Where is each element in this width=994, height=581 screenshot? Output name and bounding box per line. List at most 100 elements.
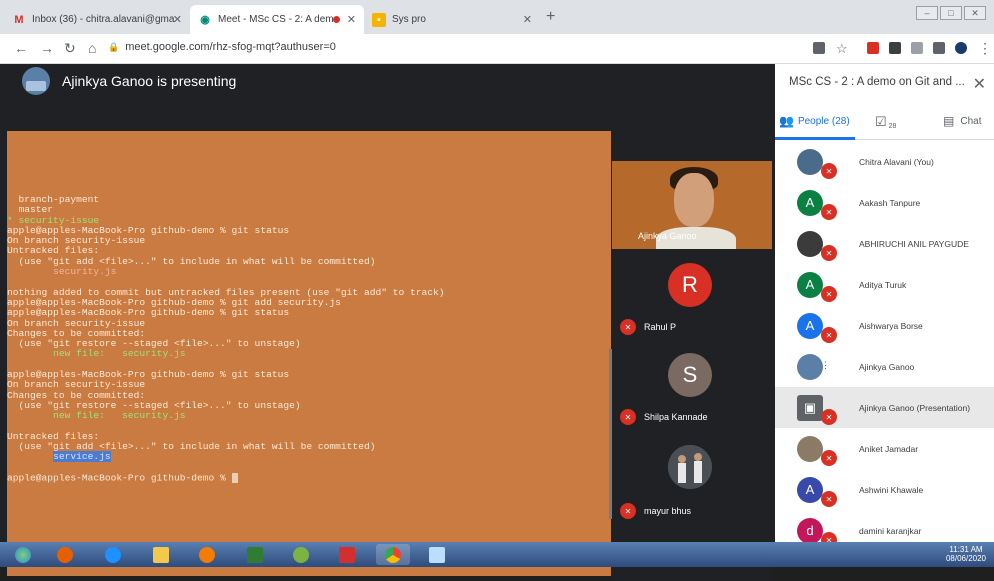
avatar: A [797, 189, 823, 216]
firefox-icon[interactable] [48, 544, 82, 565]
list-item[interactable]: ▣ ✕ Ajinkya Ganoo (Presentation) [775, 387, 994, 428]
close-icon[interactable]: ✕ [347, 13, 356, 26]
list-item[interactable]: ⋮ Ajinkya Ganoo [775, 346, 994, 387]
system-clock[interactable]: 11:31 AM 08/06/2020 [946, 545, 986, 563]
window-icon[interactable] [420, 544, 454, 565]
avatar [797, 230, 823, 257]
bookmark-star-icon[interactable]: ☆ [836, 41, 848, 57]
mic-off-icon: ✕ [821, 286, 837, 302]
close-icon[interactable]: ✕ [173, 13, 182, 26]
terminal-line: security.js [7, 266, 117, 278]
media-player-icon[interactable] [190, 544, 224, 565]
shared-terminal-screen: branch-payment master * security-issue app… [7, 131, 611, 576]
terminal-line: service.js [53, 451, 111, 463]
reload-icon[interactable]: ↻ [64, 40, 76, 57]
mic-off-icon: ✕ [620, 319, 636, 335]
tab-meet[interactable]: ◉ Meet - MSc CS - 2: A demo ✕ [190, 5, 364, 34]
avatar: R [668, 263, 712, 307]
meeting-title: MSc CS - 2 : A demo on Git and ... [789, 76, 965, 88]
forward-icon[interactable]: → [40, 40, 54, 56]
avatar: S [668, 353, 712, 397]
maximize-icon[interactable]: □ [940, 6, 962, 20]
mic-off-icon: ✕ [620, 409, 636, 425]
url-text: meet.google.com/rhz-sfog-mqt?authuser=0 [125, 41, 336, 53]
mic-off-icon: ✕ [821, 327, 837, 343]
tab-tasks[interactable]: ☑ 28 [875, 114, 896, 130]
participant-name: Chitra Alavani (You) [859, 156, 934, 167]
avatar [668, 445, 712, 489]
tab-people[interactable]: 👥 People (28) [779, 114, 850, 128]
presenter-video [674, 173, 714, 227]
participant-name: Aishwarya Borse [859, 320, 923, 331]
list-item[interactable]: ✕ Aniket Jamadar [775, 428, 994, 469]
slides-icon: ▪ [372, 12, 386, 27]
presenting-label: Ajinkya Ganoo is presenting [62, 73, 237, 89]
extension-icon[interactable] [867, 42, 879, 54]
tab-sys-pro[interactable]: ▪ Sys pro ✕ [364, 5, 540, 34]
menu-icon[interactable]: ⋮ [978, 40, 992, 57]
tile-mayur[interactable]: ✕ mayur bhus [612, 437, 772, 527]
avatar [797, 148, 823, 175]
browser-tab-bar: M Inbox (36) - chitra.alavani@gma ✕ ◉ Me… [0, 0, 994, 34]
tile-rahul[interactable]: R ✕ Rahul P [612, 253, 772, 343]
tile-name: Ajinkya Ganoo [638, 231, 697, 241]
tab-chat[interactable]: ▤ Chat [943, 114, 981, 128]
list-item[interactable]: ✕ ABHIRUCHI ANIL PAYGUDE [775, 223, 994, 264]
gmail-icon: M [14, 13, 24, 26]
chrome-icon[interactable] [376, 544, 410, 565]
list-item[interactable]: ✕ Chitra Alavani (You) [775, 141, 994, 182]
back-icon[interactable]: ← [14, 40, 28, 56]
mic-off-icon: ✕ [821, 450, 837, 466]
close-icon[interactable]: ✕ [523, 13, 532, 26]
participant-name: ABHIRUCHI ANIL PAYGUDE [859, 238, 969, 249]
close-window-icon[interactable]: ✕ [964, 6, 986, 20]
presenter-bar: Ajinkya Ganoo is presenting [0, 64, 775, 98]
side-panel: MSc CS - 2 : A demo on Git and ... ✕ 👥 P… [775, 64, 994, 548]
video-tile-presenter[interactable]: Ajinkya Ganoo [612, 161, 772, 249]
extension-icon[interactable] [889, 42, 901, 54]
tab-title: Sys pro [392, 14, 426, 25]
camera-icon[interactable] [813, 42, 825, 54]
extensions-puzzle-icon[interactable] [933, 42, 945, 54]
app-icon[interactable] [284, 544, 318, 565]
meet-icon: ◉ [200, 14, 210, 26]
start-button[interactable] [6, 544, 40, 565]
taskbar: 11:31 AM 08/06/2020 [0, 542, 994, 567]
people-icon: 👥 [779, 114, 794, 128]
explorer-icon[interactable] [144, 544, 178, 565]
participant-name: Aakash Tanpure [859, 197, 921, 208]
tile-shilpa[interactable]: S ✕ Shilpa Kannade [612, 345, 772, 435]
tab-inbox[interactable]: M Inbox (36) - chitra.alavani@gma ✕ [4, 5, 190, 34]
clock-time: 11:31 AM [949, 545, 983, 554]
mic-off-icon: ✕ [821, 245, 837, 261]
participant-name: Ajinkya Ganoo [859, 361, 915, 372]
participant-name: Ajinkya Ganoo (Presentation) [859, 402, 971, 413]
excel-icon[interactable] [238, 544, 272, 565]
extension-icon[interactable] [911, 42, 923, 54]
tile-name: Rahul P [644, 322, 677, 332]
list-item[interactable]: A ✕ Ashwini Khawale [775, 469, 994, 510]
minimize-icon[interactable]: – [916, 6, 938, 20]
terminal-line: new file: security.js [7, 348, 186, 360]
address-bar: ← → ↻ ⌂ 🔒 meet.google.com/rhz-sfog-mqt?au… [0, 34, 994, 64]
close-icon[interactable]: ✕ [973, 74, 986, 94]
url-field[interactable]: 🔒 meet.google.com/rhz-sfog-mqt?authuser=0 [108, 41, 336, 53]
new-tab-icon[interactable]: + [546, 8, 555, 26]
avatar: d [797, 517, 823, 544]
profile-avatar[interactable] [955, 42, 967, 54]
home-icon[interactable]: ⌂ [88, 40, 96, 56]
mic-off-icon: ✕ [821, 163, 837, 179]
list-item[interactable]: A ✕ Aakash Tanpure [775, 182, 994, 223]
presenter-avatar [22, 67, 50, 95]
list-item[interactable]: A ✕ Aishwarya Borse [775, 305, 994, 346]
mic-off-icon: ✕ [821, 204, 837, 220]
mic-off-icon: ✕ [620, 503, 636, 519]
pdf-icon[interactable] [330, 544, 364, 565]
present-screen-icon: ▣ [797, 394, 823, 421]
list-item[interactable]: A ✕ Aditya Turuk [775, 264, 994, 305]
mic-off-icon: ✕ [821, 491, 837, 507]
clock-date: 08/06/2020 [945, 554, 986, 563]
ie-icon[interactable] [96, 544, 130, 565]
chat-icon: ▤ [943, 114, 955, 128]
